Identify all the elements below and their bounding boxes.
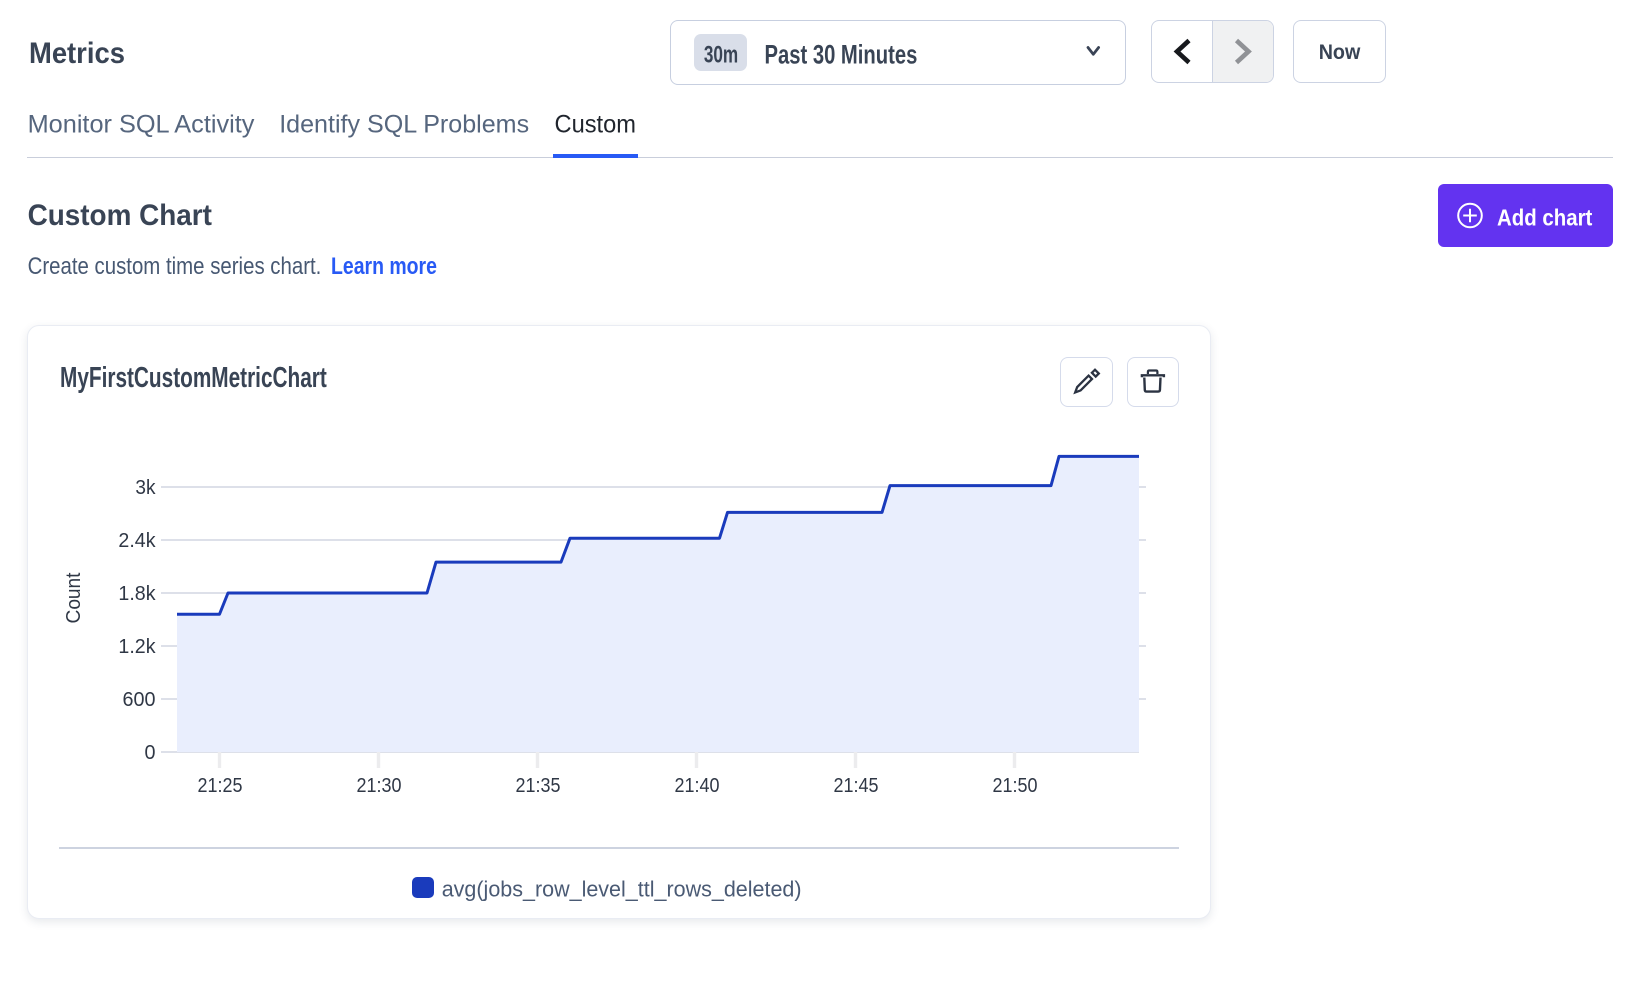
svg-text:21:45: 21:45: [834, 775, 879, 797]
svg-text:21:35: 21:35: [516, 775, 561, 797]
svg-text:21:30: 21:30: [357, 775, 402, 797]
svg-text:21:25: 21:25: [198, 775, 243, 797]
svg-text:Create custom time series char: Create custom time series chart.: [28, 252, 322, 279]
svg-text:MyFirstCustomMetricChart: MyFirstCustomMetricChart: [60, 362, 327, 394]
svg-text:3k: 3k: [135, 477, 155, 500]
svg-text:Custom: Custom: [555, 111, 636, 139]
svg-text:Now: Now: [1319, 42, 1361, 65]
svg-text:Add chart: Add chart: [1497, 204, 1592, 230]
svg-text:600: 600: [123, 689, 156, 711]
svg-text:21:50: 21:50: [993, 775, 1038, 797]
svg-text:avg(jobs_row_level_ttl_rows_de: avg(jobs_row_level_ttl_rows_deleted): [442, 876, 802, 901]
svg-text:Monitor SQL Activity: Monitor SQL Activity: [28, 111, 255, 139]
svg-text:1.2k: 1.2k: [118, 636, 155, 658]
svg-text:Count: Count: [63, 572, 85, 624]
svg-text:2.4k: 2.4k: [118, 530, 155, 552]
svg-text:Past 30 Minutes: Past 30 Minutes: [765, 40, 918, 71]
svg-text:0: 0: [144, 742, 155, 764]
svg-text:Metrics: Metrics: [29, 37, 125, 70]
svg-text:1.8k: 1.8k: [118, 583, 155, 605]
svg-text:30m: 30m: [704, 42, 738, 68]
svg-text:Custom Chart: Custom Chart: [28, 199, 213, 232]
svg-text:Learn more: Learn more: [331, 252, 437, 279]
svg-text:Identify SQL Problems: Identify SQL Problems: [279, 110, 529, 138]
svg-text:21:40: 21:40: [675, 775, 720, 797]
